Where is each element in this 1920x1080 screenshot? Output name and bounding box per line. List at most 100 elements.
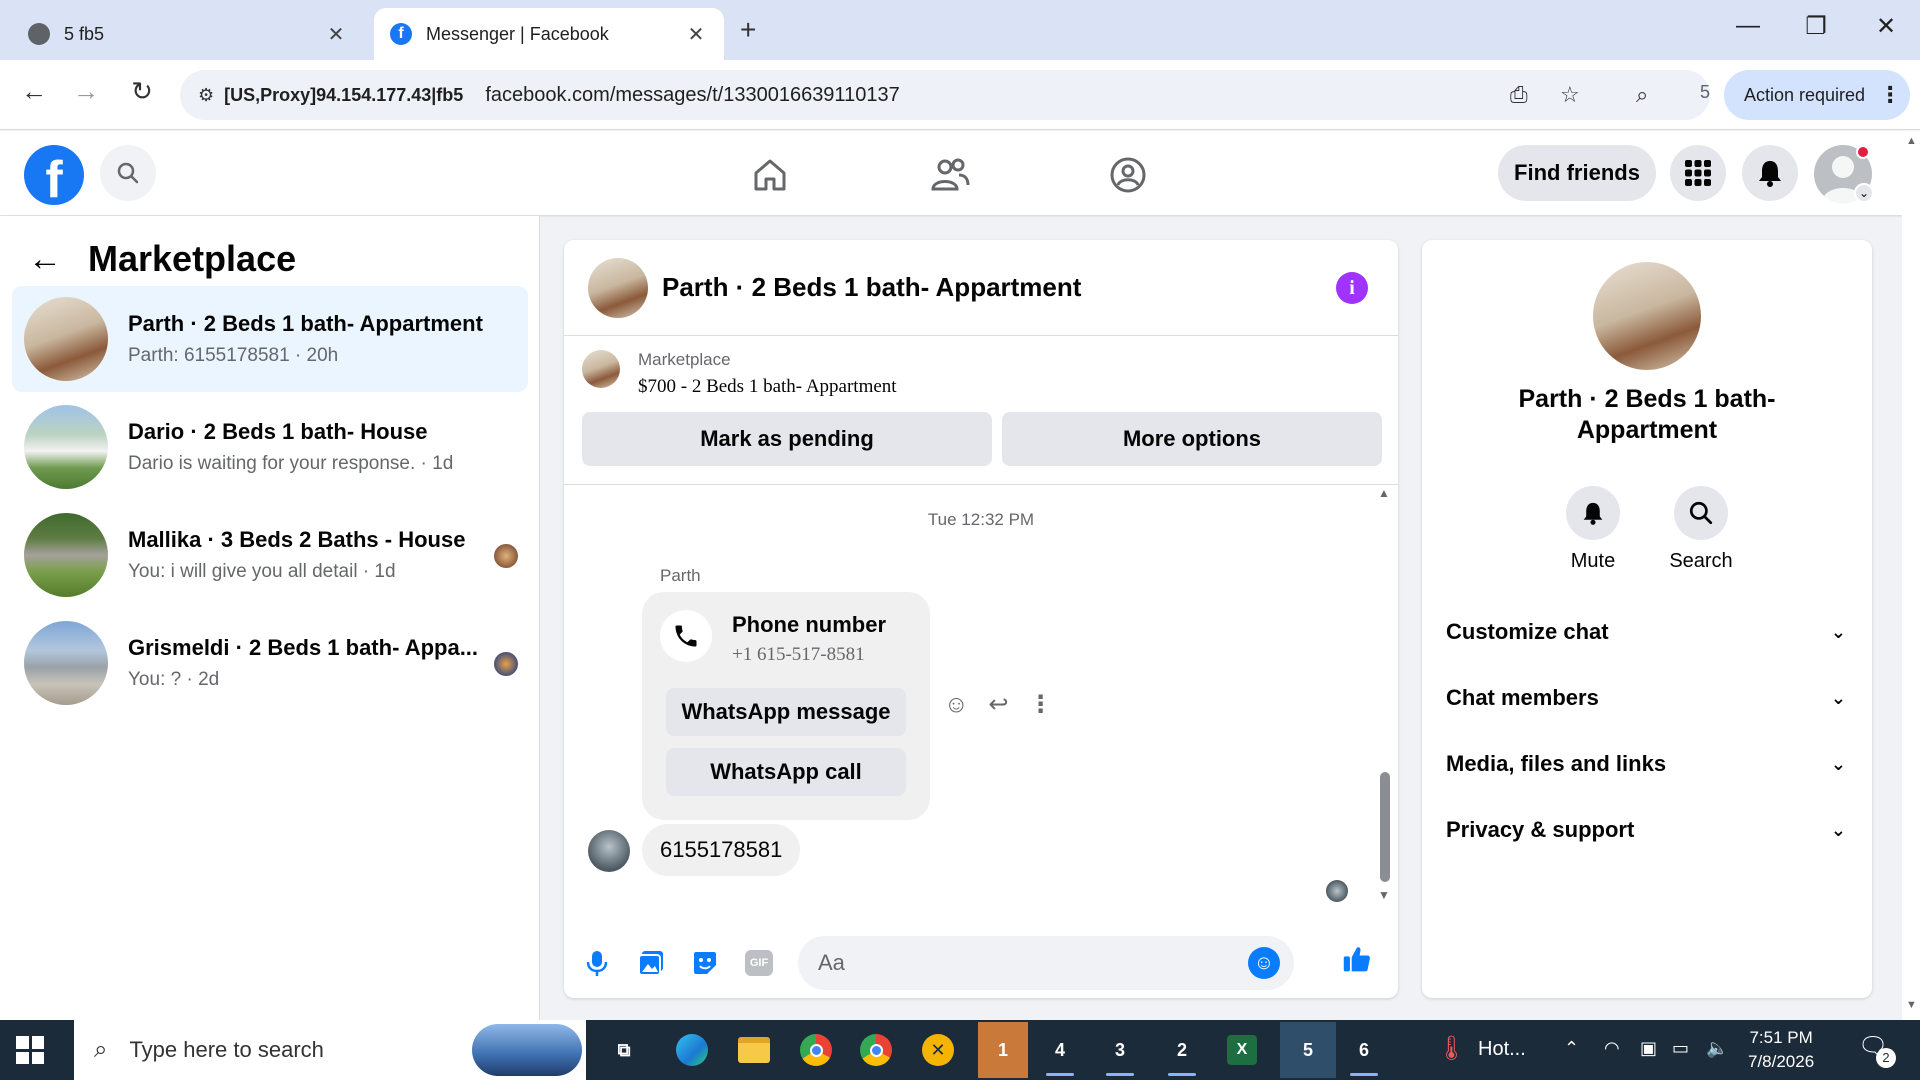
- minimize-icon[interactable]: —: [1728, 12, 1768, 40]
- page-scrollbar[interactable]: ▲ ▼: [1902, 131, 1920, 1020]
- extension-counter[interactable]: 5: [1700, 82, 1710, 103]
- forward-icon[interactable]: →: [66, 76, 106, 107]
- chat-avatar[interactable]: [588, 257, 648, 318]
- thumbs-up-icon[interactable]: [1342, 944, 1372, 974]
- listing-thumbnail: [24, 297, 108, 381]
- chat-members-section[interactable]: Chat members ⌄: [1446, 678, 1846, 718]
- scroll-down-arrow-icon[interactable]: ▼: [1906, 999, 1917, 1011]
- chat-scrollbar[interactable]: [1380, 772, 1390, 882]
- message-composer: GIF Aa ☺: [564, 926, 1398, 998]
- conversation-item[interactable]: Dario · 2 Beds 1 bath- House Dario is wa…: [12, 394, 528, 500]
- message-input[interactable]: Aa ☺: [798, 936, 1294, 990]
- thermometer-icon[interactable]: 🌡: [1436, 1034, 1466, 1063]
- chevron-down-icon: ⌄: [1830, 687, 1846, 708]
- info-icon[interactable]: i: [1336, 272, 1368, 304]
- gif-icon[interactable]: GIF: [744, 948, 774, 978]
- conversation-item[interactable]: Grismeldi · 2 Beds 1 bath- Appa... You: …: [12, 610, 528, 716]
- chrome-profile-icon[interactable]: [856, 1030, 896, 1070]
- divider: [564, 484, 1398, 485]
- chevron-down-icon[interactable]: ⌄: [1854, 183, 1874, 203]
- more-menu-icon: ⋮: [1879, 82, 1902, 107]
- menu-button[interactable]: [1670, 145, 1726, 201]
- privacy-support-section[interactable]: Privacy & support ⌄: [1446, 810, 1846, 850]
- file-explorer-icon[interactable]: [734, 1030, 774, 1070]
- search-in-conversation-button[interactable]: Search: [1656, 486, 1746, 573]
- new-tab-button[interactable]: +: [740, 14, 756, 46]
- more-options-button[interactable]: More options: [1002, 412, 1382, 466]
- chrome-icon[interactable]: [796, 1030, 836, 1070]
- browser-profile-1-icon[interactable]: 1: [978, 1022, 1028, 1078]
- reply-icon[interactable]: ↩: [989, 690, 1009, 719]
- sticker-icon[interactable]: [690, 948, 720, 978]
- photo-icon[interactable]: [636, 948, 666, 978]
- install-app-icon[interactable]: ⎙: [1510, 82, 1528, 108]
- conversation-preview: You: ? · 2d: [128, 669, 220, 690]
- mute-button[interactable]: Mute: [1548, 486, 1638, 573]
- taskbar-search-box[interactable]: ⌕ Type here to search: [74, 1020, 586, 1080]
- weather-text[interactable]: Hot...: [1478, 1038, 1526, 1061]
- whatsapp-call-button[interactable]: WhatsApp call: [666, 748, 906, 796]
- search-label: Search: [1669, 550, 1733, 572]
- scroll-up-arrow-icon[interactable]: ▲: [1378, 486, 1390, 500]
- media-files-links-section[interactable]: Media, files and links ⌄: [1446, 744, 1846, 784]
- section-label: Chat members: [1446, 685, 1599, 710]
- restore-icon[interactable]: ❐: [1796, 12, 1836, 41]
- notifications-button[interactable]: [1742, 145, 1798, 201]
- browser-profile-5-icon[interactable]: 5: [1280, 1022, 1336, 1078]
- mark-as-pending-button[interactable]: Mark as pending: [582, 412, 992, 466]
- excel-icon[interactable]: X: [1222, 1030, 1262, 1070]
- groups-nav-button[interactable]: [1104, 151, 1152, 199]
- back-arrow-icon[interactable]: ←: [28, 240, 62, 279]
- section-label: Media, files and links: [1446, 751, 1667, 776]
- action-required-button[interactable]: Action required ⋮: [1724, 70, 1910, 120]
- message-bubble[interactable]: 6155178581: [642, 824, 801, 876]
- scroll-up-arrow-icon[interactable]: ▲: [1906, 135, 1917, 147]
- scroll-down-arrow-icon[interactable]: ▼: [1378, 888, 1390, 902]
- url-text[interactable]: facebook.com/messages/t/1330016639110137: [485, 84, 899, 107]
- volume-icon[interactable]: 🔈: [1706, 1038, 1728, 1059]
- browser-tab-fb5[interactable]: 5 fb5 ✕: [12, 8, 364, 60]
- browser-tab-messenger[interactable]: f Messenger | Facebook ✕: [374, 8, 724, 60]
- customize-chat-section[interactable]: Customize chat ⌄: [1446, 612, 1846, 652]
- listing-summary[interactable]: Marketplace $700 - 2 Beds 1 bath- Appart…: [582, 350, 897, 398]
- more-actions-icon[interactable]: ⋮: [1029, 690, 1053, 719]
- chevron-up-icon[interactable]: ⌃: [1564, 1038, 1579, 1059]
- site-settings-icon[interactable]: ⚙: [198, 85, 214, 106]
- address-bar[interactable]: ⚙ [US,Proxy]94.154.177.43|fb5 facebook.c…: [180, 70, 1710, 120]
- apps-grid-icon: [1685, 160, 1711, 186]
- browser-profile-3-icon[interactable]: 3: [1100, 1030, 1140, 1076]
- whatsapp-message-button[interactable]: WhatsApp message: [666, 688, 906, 736]
- conversation-item[interactable]: Parth · 2 Beds 1 bath- Appartment Parth:…: [12, 286, 528, 392]
- wifi-icon[interactable]: ◠: [1604, 1038, 1620, 1059]
- tab-search-icon[interactable]: ⌕: [1636, 82, 1648, 108]
- close-icon[interactable]: ✕: [684, 22, 708, 47]
- taskbar-clock[interactable]: 7:51 PM 7/8/2026: [1748, 1026, 1814, 1074]
- emoji-icon[interactable]: ☺: [1248, 947, 1280, 979]
- marketplace-label: Marketplace: [638, 350, 731, 369]
- meet-now-icon[interactable]: ▣: [1640, 1038, 1657, 1059]
- profile-picture[interactable]: [1593, 262, 1701, 370]
- friends-nav-button[interactable]: [926, 151, 974, 199]
- window-close-icon[interactable]: ✕: [1866, 12, 1906, 41]
- home-nav-button[interactable]: [746, 151, 794, 199]
- reload-icon[interactable]: ↻: [122, 76, 162, 107]
- facebook-logo-icon[interactable]: f: [24, 145, 84, 205]
- chat-title[interactable]: Parth · 2 Beds 1 bath- Appartment: [662, 272, 1081, 303]
- react-emoji-icon[interactable]: ☺: [944, 691, 969, 719]
- back-icon[interactable]: ←: [14, 76, 54, 107]
- find-friends-button[interactable]: Find friends: [1498, 145, 1656, 201]
- bookmark-star-icon[interactable]: ☆: [1560, 82, 1580, 108]
- facebook-search-button[interactable]: [100, 145, 156, 201]
- conversation-item[interactable]: Mallika · 3 Beds 2 Baths - House You: i …: [12, 502, 528, 608]
- windows-start-icon[interactable]: [16, 1036, 44, 1064]
- app-icon[interactable]: ✕: [918, 1030, 958, 1070]
- task-view-icon[interactable]: ⧉: [604, 1030, 644, 1070]
- browser-profile-6-icon[interactable]: 6: [1344, 1030, 1384, 1076]
- edge-browser-icon[interactable]: [672, 1030, 712, 1070]
- browser-profile-4-icon[interactable]: 4: [1040, 1030, 1080, 1076]
- browser-profile-2-icon[interactable]: 2: [1162, 1030, 1202, 1076]
- clock-date: 7/8/2026: [1748, 1052, 1815, 1071]
- battery-icon[interactable]: ▭: [1672, 1038, 1689, 1059]
- close-icon[interactable]: ✕: [324, 22, 348, 47]
- microphone-icon[interactable]: [582, 948, 612, 978]
